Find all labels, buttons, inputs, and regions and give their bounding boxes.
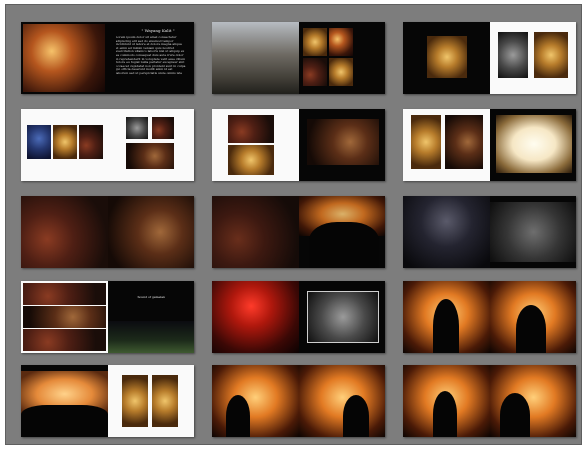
spread-10-photo-2: [23, 306, 106, 328]
album-spread-11[interactable]: [212, 281, 385, 353]
spread-3-photo-priest: [497, 32, 528, 78]
spread-6-left-page: [403, 109, 490, 181]
spread-14-photo-1: [212, 365, 299, 437]
spread-5-photo-1: [228, 115, 274, 143]
spread-11-left-page: [212, 281, 299, 353]
spread-12-silhouette-left: [433, 299, 459, 353]
spread-10-photo-1: [23, 283, 106, 305]
album-spread-15[interactable]: [403, 365, 576, 437]
spread-8-left-page: [212, 196, 299, 268]
spread-2-right-page: [298, 22, 385, 94]
album-spread-6[interactable]: [403, 109, 576, 181]
album-spread-8[interactable]: [212, 196, 385, 268]
spread-15-silhouette-1: [433, 391, 457, 437]
spread-5-photo-2: [228, 145, 274, 175]
spread-3-photo-shrine: [427, 36, 467, 78]
spread-2-left-page: [212, 22, 299, 94]
spread-10-photo-3: [23, 329, 106, 351]
spread-4-right-page: [107, 109, 194, 181]
spread-7-photo-2: [107, 196, 194, 268]
spread-5-right-page: [298, 109, 385, 181]
spread-1-right-page: " Wayang Kulit " Lorem ipsum dolor sit a…: [107, 22, 194, 94]
spread-11-photo-framed: [306, 291, 379, 343]
spread-4-photo-1: [27, 125, 51, 159]
album-spread-7[interactable]: [21, 196, 194, 268]
spread-6-right-page: [489, 109, 576, 181]
spread-1-body-text: Lorem ipsum dolor sit amet consectetur a…: [115, 36, 186, 76]
spread-1-heading: " Wayang Kulit ": [141, 28, 175, 33]
album-spread-10[interactable]: Sound of gamelan: [21, 281, 194, 353]
spread-3-photo-offerings: [533, 32, 568, 78]
spread-9-left-page: [403, 196, 490, 268]
album-spread-3[interactable]: [403, 22, 576, 94]
spread-13-photo-puppet-2: [151, 375, 178, 427]
spread-4-photo-2: [53, 125, 77, 159]
album-spread-9[interactable]: [403, 196, 576, 268]
spread-14-photo-2: [298, 365, 385, 437]
spread-3-right-page: [489, 22, 576, 94]
spread-2-photo-2: [328, 28, 353, 56]
spread-15-right-page: [489, 365, 576, 437]
spread-9-photo-1: [403, 196, 490, 268]
album-spread-12[interactable]: [403, 281, 576, 353]
spread-5-photo-3: [306, 119, 379, 165]
spread-13-photo-puppet-1: [121, 375, 148, 427]
spread-13-audience: [21, 405, 108, 437]
spread-12-silhouette-right: [515, 305, 546, 353]
spread-12-left-page: [403, 281, 490, 353]
spread-12-right-page: [489, 281, 576, 353]
spread-2-photo-4: [328, 58, 353, 86]
spread-8-photo-1: [212, 196, 299, 268]
spread-13-right-page: [107, 365, 194, 437]
spread-7-right-page: [107, 196, 194, 268]
spread-11-right-page: [298, 281, 385, 353]
spread-14-silhouette-1: [226, 395, 250, 437]
spread-14-right-page: [298, 365, 385, 437]
spread-14-silhouette-2: [342, 395, 369, 437]
spread-8-silhouette: [308, 222, 379, 268]
album-spread-14[interactable]: [212, 365, 385, 437]
spread-13-left-page: [21, 365, 108, 437]
spread-6-photo-screen: [495, 115, 572, 173]
spread-14-left-page: [212, 365, 299, 437]
spread-4-photo-4: [125, 117, 148, 139]
album-spread-4[interactable]: [21, 109, 194, 181]
spread-8-right-page: [298, 196, 385, 268]
spread-2-photo-3: [302, 58, 327, 86]
album-spread-13[interactable]: [21, 365, 194, 437]
spread-15-left-page: [403, 365, 490, 437]
spread-10-heading: Sound of gamelan: [137, 295, 165, 299]
spread-1-photo-puppeteer: [23, 24, 105, 92]
album-spread-1[interactable]: " Wayang Kulit " Lorem ipsum dolor sit a…: [21, 22, 194, 94]
spread-7-left-page: [21, 196, 108, 268]
spread-5-left-page: [212, 109, 299, 181]
spread-10-left-page: [21, 281, 108, 353]
album-spread-5[interactable]: [212, 109, 385, 181]
spread-9-right-page: [489, 196, 576, 268]
spread-4-photo-3: [79, 125, 103, 159]
spread-2-photo-temple: [212, 22, 299, 94]
spread-9-photo-2: [489, 202, 576, 262]
spread-10-right-page: Sound of gamelan: [107, 281, 194, 353]
album-spread-2[interactable]: [212, 22, 385, 94]
spread-10-photo-field: [107, 321, 194, 353]
spread-6-photo-mask: [411, 115, 441, 169]
spread-2-photo-1: [302, 28, 327, 56]
spread-7-photo-1: [21, 196, 108, 268]
spread-3-left-page: [403, 22, 490, 94]
spread-4-photo-5: [151, 117, 174, 139]
spread-4-photo-6: [125, 143, 174, 169]
spread-1-left-page: [21, 22, 108, 94]
spread-4-left-page: [21, 109, 108, 181]
album-overview-grid: " Wayang Kulit " Lorem ipsum dolor sit a…: [5, 4, 582, 445]
spread-6-photo-gamelan: [445, 115, 483, 169]
spread-11-photo-red-stage: [212, 281, 299, 353]
spread-15-silhouette-2: [499, 393, 530, 437]
